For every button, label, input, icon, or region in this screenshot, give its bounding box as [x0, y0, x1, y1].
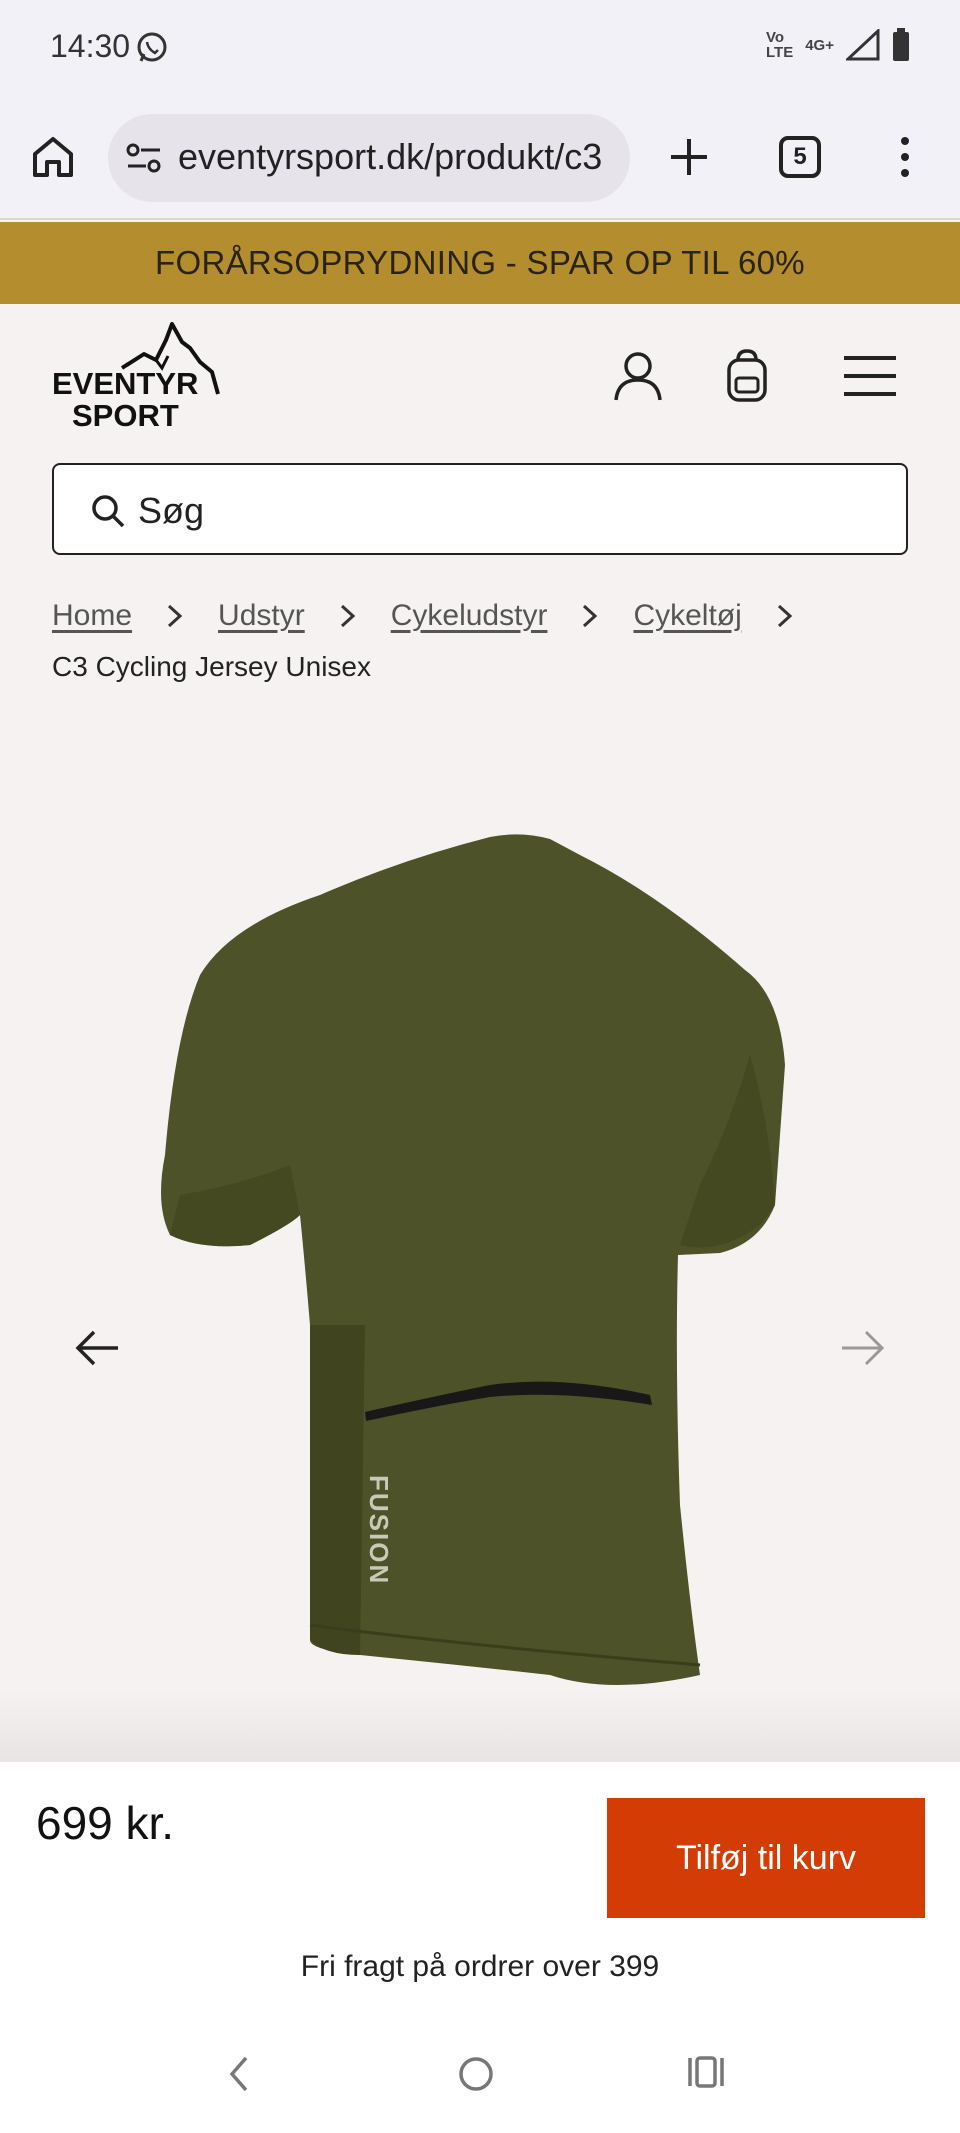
jersey-side-panel	[310, 1325, 365, 1655]
home-circle-icon[interactable]	[456, 2054, 496, 2094]
status-bar: 14:30 Vo LTE 4G+	[0, 0, 960, 96]
menu-icon[interactable]	[842, 354, 898, 398]
purchase-bar: 699 kr. Tilføj til kurv Fri fragt på ord…	[0, 1762, 960, 2018]
breadcrumb-home[interactable]: Home	[52, 599, 132, 633]
tab-switcher-button[interactable]: 5	[779, 136, 821, 178]
chevron-right-icon	[340, 604, 355, 628]
breadcrumb-cykeltoj[interactable]: Cykeltøj	[633, 599, 741, 633]
product-price: 699 kr.	[36, 1797, 175, 1849]
home-icon[interactable]	[30, 134, 76, 180]
search-box[interactable]	[52, 463, 908, 555]
search-icon	[92, 495, 125, 528]
promo-text: FORÅRSOPRYDNING - SPAR OP TIL 60%	[155, 244, 805, 281]
chevron-right-icon	[583, 604, 598, 628]
promo-banner[interactable]: FORÅRSOPRYDNING - SPAR OP TIL 60%	[0, 222, 960, 304]
battery-icon	[893, 28, 909, 61]
arrow-left-icon[interactable]	[74, 1328, 120, 1368]
url-text[interactable]: eventyrsport.dk/produkt/c3	[178, 136, 602, 178]
site-settings-icon[interactable]	[124, 140, 164, 176]
breadcrumb-current: C3 Cycling Jersey Unisex	[52, 651, 371, 682]
account-icon[interactable]	[612, 350, 664, 402]
whatsapp-icon	[137, 32, 167, 62]
address-bar[interactable]: eventyrsport.dk/produkt/c3	[108, 114, 630, 202]
jersey-body	[161, 834, 785, 1685]
chevron-right-icon	[777, 604, 793, 628]
bag-icon[interactable]	[722, 348, 772, 402]
recent-apps-icon[interactable]	[686, 2052, 726, 2092]
gallery-fade	[0, 1690, 960, 1762]
breadcrumb-cykeludstyr[interactable]: Cykeludstyr	[391, 599, 548, 633]
product-image[interactable]: FUSION	[160, 825, 800, 1695]
breadcrumb-links: Home Udstyr Cykeludstyr Cykeltøj	[52, 590, 912, 642]
back-icon[interactable]	[224, 2054, 254, 2094]
shipping-note: Fri fragt på ordrer over 399	[300, 1950, 660, 1983]
status-indicators: Vo LTE 4G+	[766, 28, 910, 62]
product-gallery[interactable]: FUSION	[0, 720, 960, 1762]
network-type: 4G+	[805, 36, 834, 54]
breadcrumb: Home Udstyr Cykeludstyr Cykeltøj C3 Cycl…	[52, 590, 912, 692]
more-icon[interactable]	[890, 134, 920, 180]
volte-indicator: Vo LTE	[766, 29, 794, 61]
arrow-right-icon[interactable]	[840, 1328, 886, 1368]
chevron-right-icon	[168, 604, 183, 628]
svg-text:SPORT: SPORT	[72, 398, 179, 430]
svg-text:EVENTYR: EVENTYR	[52, 366, 198, 401]
browser-toolbar: eventyrsport.dk/produkt/c3 5	[0, 96, 960, 220]
eventyrsport-logo[interactable]: EVENTYR SPORT	[52, 318, 224, 430]
system-nav-bar	[0, 2018, 960, 2133]
svg-text:FUSION: FUSION	[364, 1475, 394, 1585]
search-input[interactable]	[138, 483, 858, 539]
status-time: 14:30	[50, 28, 131, 64]
brand-print: FUSION	[364, 1475, 394, 1585]
add-to-cart-button[interactable]: Tilføj til kurv	[607, 1798, 925, 1918]
breadcrumb-udstyr[interactable]: Udstyr	[218, 599, 305, 633]
signal-icon	[846, 29, 880, 61]
plus-icon[interactable]	[666, 134, 712, 180]
